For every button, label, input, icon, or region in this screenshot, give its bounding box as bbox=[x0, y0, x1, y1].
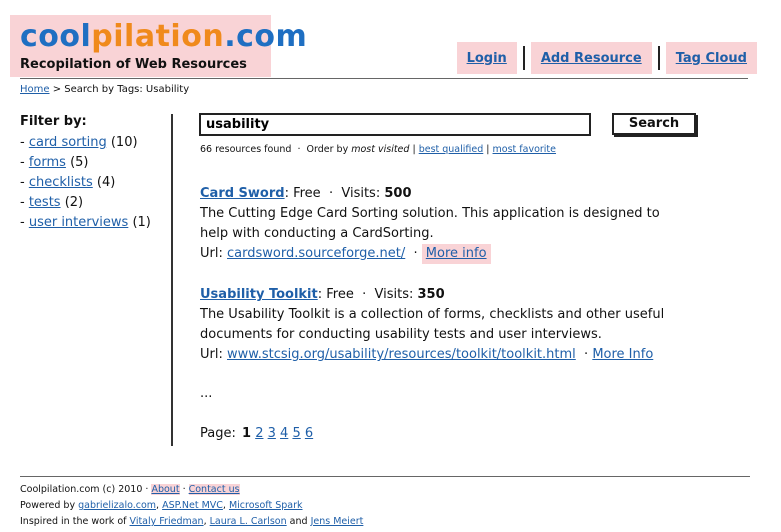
filter-link-forms[interactable]: forms bbox=[29, 155, 66, 170]
order-most-favorite-link[interactable]: most favorite bbox=[493, 144, 556, 155]
url-label: Url: bbox=[200, 347, 223, 362]
breadcrumb-home-link[interactable]: Home bbox=[20, 84, 50, 95]
filter-link-user-interviews[interactable]: user interviews bbox=[29, 215, 129, 230]
results-count: 66 resources found bbox=[200, 144, 292, 155]
order-best-qualified-link[interactable]: best qualified bbox=[419, 144, 484, 155]
login-link[interactable]: Login bbox=[456, 42, 517, 74]
pagination: Page: 1 2 3 4 5 6 bbox=[200, 426, 313, 441]
breadcrumb: Home > Search by Tags: Usability bbox=[20, 84, 189, 95]
result-item: Usability Toolkit: Free · Visits: 350 Th… bbox=[200, 285, 670, 365]
result-header: Card Sword: Free · Visits: 500 bbox=[200, 186, 412, 201]
footer-divider bbox=[20, 476, 750, 477]
header-divider bbox=[20, 78, 748, 79]
footer-line-1: Coolpilation.com (c) 2010 · About · Cont… bbox=[20, 484, 240, 495]
filter-count: (5) bbox=[70, 155, 89, 170]
footer-line-3: Inspired in the work of Vitaly Friedman,… bbox=[20, 516, 364, 527]
logo-tagline: Recopilation of Web Resources bbox=[20, 57, 247, 72]
powered-link-gabrielizalo[interactable]: gabrielizalo.com bbox=[78, 500, 156, 511]
filter-link-checklists[interactable]: checklists bbox=[29, 175, 93, 190]
result-description: The Usability Toolkit is a collection of… bbox=[200, 307, 665, 342]
sidebar-divider bbox=[171, 114, 173, 446]
page-link-4[interactable]: 4 bbox=[280, 426, 288, 441]
visits-count: 500 bbox=[384, 186, 412, 201]
page-link-2[interactable]: 2 bbox=[255, 426, 263, 441]
result-url-link[interactable]: www.stcsig.org/usability/resources/toolk… bbox=[227, 347, 576, 362]
powered-link-spark[interactable]: Microsoft Spark bbox=[229, 500, 303, 511]
page-link-5[interactable]: 5 bbox=[292, 426, 300, 441]
more-info-wrapper: More info bbox=[421, 244, 491, 264]
result-description: The Cutting Edge Card Sorting solution. … bbox=[200, 206, 660, 241]
visits-label: Visits: bbox=[341, 186, 381, 201]
copyright-text: Coolpilation.com (c) 2010 bbox=[20, 484, 143, 495]
footer-line-2: Powered by gabrielizalo.com, ASP.Net MVC… bbox=[20, 500, 303, 511]
filter-count: (2) bbox=[64, 195, 84, 210]
nav-separator bbox=[522, 46, 525, 70]
filter-item: - card sorting (10) bbox=[20, 135, 138, 150]
page-current: 1 bbox=[242, 426, 252, 441]
result-price: Free bbox=[326, 287, 354, 302]
result-header: Usability Toolkit: Free · Visits: 350 bbox=[200, 287, 445, 302]
more-info-link[interactable]: More Info bbox=[592, 347, 653, 362]
result-title-link[interactable]: Usability Toolkit bbox=[200, 287, 318, 302]
filter-count: (1) bbox=[132, 215, 151, 230]
footer: Coolpilation.com (c) 2010 · About · Cont… bbox=[20, 482, 363, 530]
breadcrumb-current: > Search by Tags: Usability bbox=[49, 84, 190, 95]
filter-link-tests[interactable]: tests bbox=[29, 195, 61, 210]
result-item: Card Sword: Free · Visits: 500 The Cutti… bbox=[200, 184, 670, 264]
result-url-row: Url: cardsword.sourceforge.net/ · More i… bbox=[200, 244, 670, 264]
filter-count: (4) bbox=[96, 175, 116, 190]
about-link[interactable]: About bbox=[151, 484, 180, 495]
more-info-link[interactable]: More info bbox=[426, 246, 487, 261]
results-meta: 66 resources found · Order by most visit… bbox=[200, 144, 557, 155]
result-url-row: Url: www.stcsig.org/usability/resources/… bbox=[200, 347, 654, 362]
inspired-link-friedman[interactable]: Vitaly Friedman bbox=[130, 516, 204, 527]
filter-item: - checklists (4) bbox=[20, 175, 116, 190]
inspired-link-carlson[interactable]: Laura L. Carlson bbox=[210, 516, 287, 527]
visits-count: 350 bbox=[417, 287, 445, 302]
page-link-3[interactable]: 3 bbox=[268, 426, 276, 441]
inspired-label: Inspired in the work of bbox=[20, 516, 127, 527]
filter-title: Filter by: bbox=[20, 114, 87, 129]
search-input[interactable] bbox=[199, 113, 591, 136]
contact-link[interactable]: Contact us bbox=[188, 484, 240, 495]
results-ellipsis: ... bbox=[200, 386, 213, 401]
pagination-label: Page: bbox=[200, 426, 236, 441]
url-label: Url: bbox=[200, 246, 223, 261]
filter-item: - user interviews (1) bbox=[20, 215, 151, 230]
result-title-link[interactable]: Card Sword bbox=[200, 186, 285, 201]
tag-cloud-link[interactable]: Tag Cloud bbox=[665, 42, 757, 74]
order-current: most visited bbox=[351, 144, 410, 155]
filter-link-card-sorting[interactable]: card sorting bbox=[29, 135, 107, 150]
inspired-link-meiert[interactable]: Jens Meiert bbox=[311, 516, 364, 527]
site-logo[interactable]: coolpilation.com Recopilation of Web Res… bbox=[10, 15, 307, 77]
inspired-and: and bbox=[289, 516, 308, 527]
nav-separator bbox=[657, 46, 660, 70]
result-url-link[interactable]: cardsword.sourceforge.net/ bbox=[227, 246, 405, 261]
top-nav: Login Add Resource Tag Cloud bbox=[456, 42, 757, 74]
filter-sidebar: Filter by: - card sorting (10) - forms (… bbox=[20, 114, 170, 233]
order-label: Order by bbox=[306, 144, 349, 155]
filter-item: - tests (2) bbox=[20, 195, 84, 210]
logo-text: coolpilation.com bbox=[20, 19, 308, 54]
add-resource-link[interactable]: Add Resource bbox=[530, 42, 652, 74]
filter-count: (10) bbox=[110, 135, 138, 150]
search-button[interactable]: Search bbox=[612, 113, 696, 135]
page-link-6[interactable]: 6 bbox=[305, 426, 313, 441]
filter-item: - forms (5) bbox=[20, 155, 89, 170]
visits-label: Visits: bbox=[374, 287, 414, 302]
powered-link-aspnet-mvc[interactable]: ASP.Net MVC bbox=[162, 500, 223, 511]
powered-label: Powered by bbox=[20, 500, 76, 511]
result-price: Free bbox=[293, 186, 321, 201]
